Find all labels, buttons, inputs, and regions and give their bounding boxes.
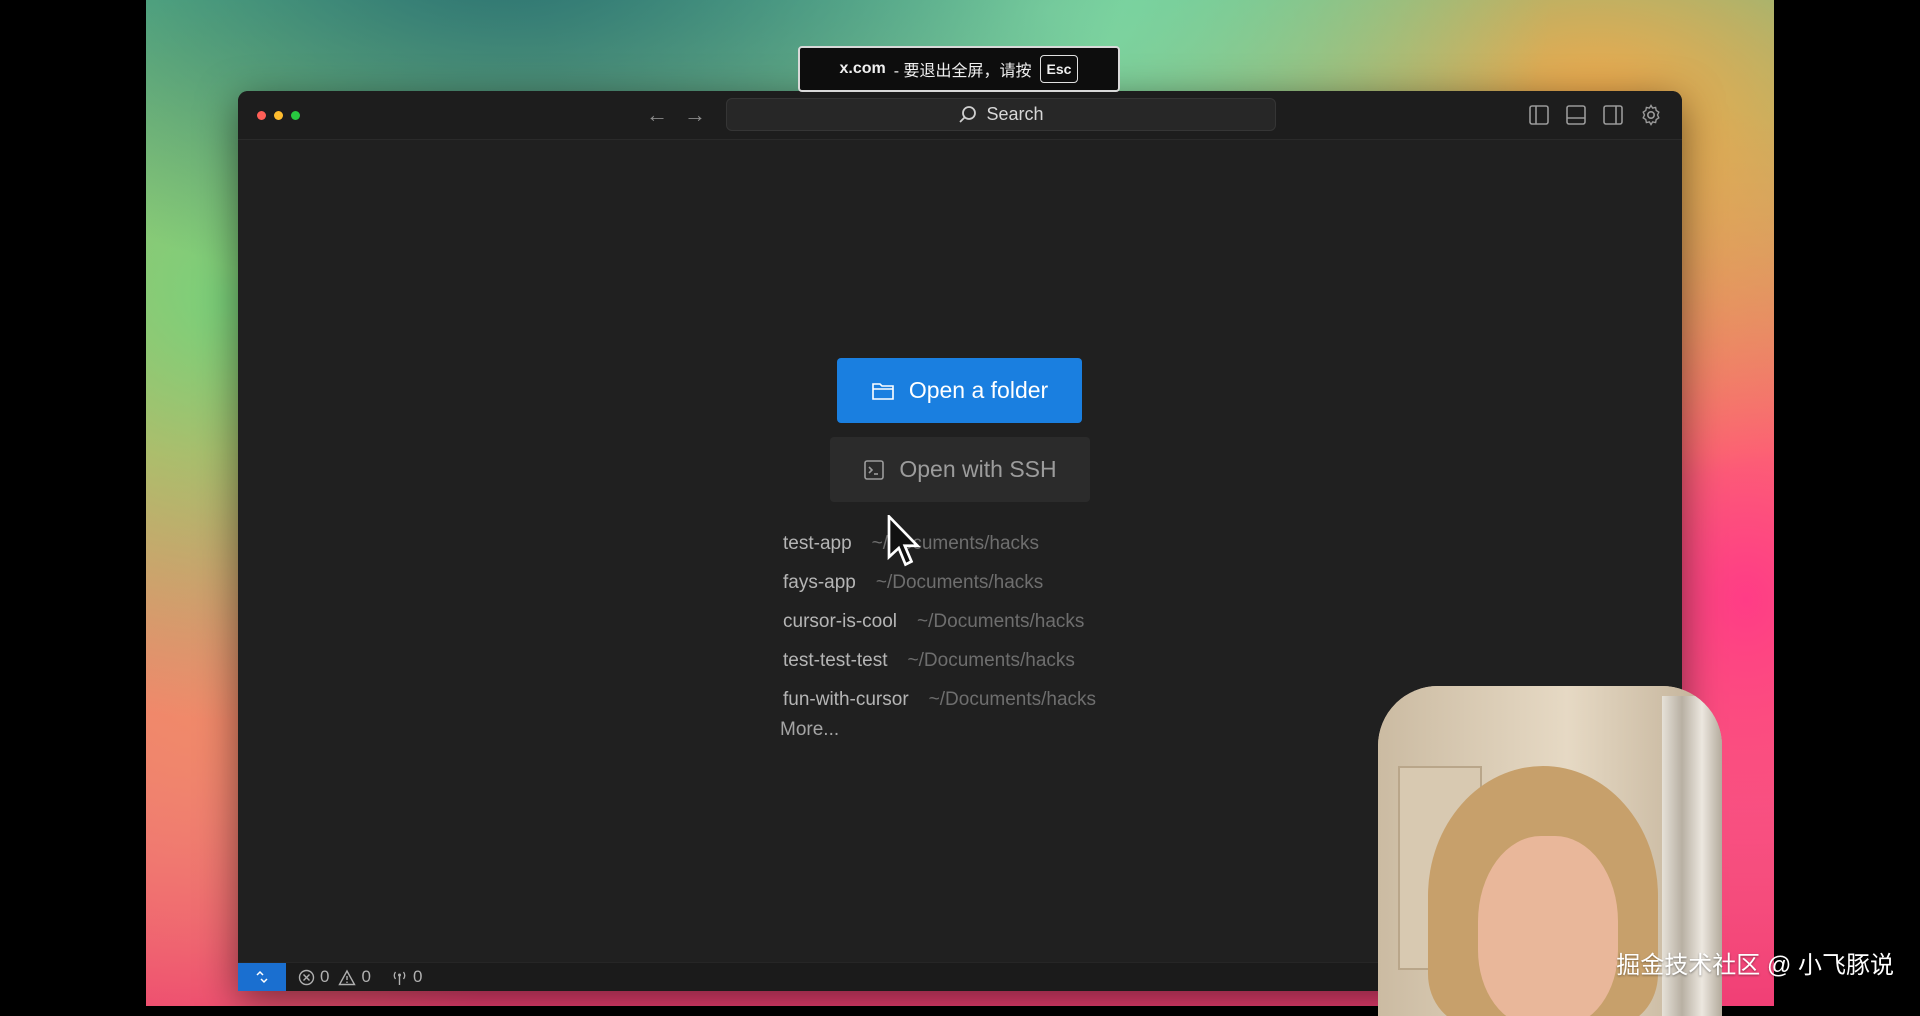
open-folder-label: Open a folder [908,377,1049,403]
banner-site: x.com [839,60,886,77]
recent-project-path: ~/Documents/hacks [917,610,1085,632]
ports-indicator[interactable]: 0 [391,967,422,987]
recent-projects-list: test-app ~/Documents/hacks fays-app ~/Do… [780,524,1096,741]
title-bar: ← → Search [238,91,1682,140]
remote-indicator-button[interactable] [238,963,286,991]
recent-project-name: test-test-test [783,649,888,671]
toggle-secondary-sidebar-icon[interactable] [1601,103,1625,127]
recent-project-path: ~/Documents/hacks [907,649,1075,671]
recent-project-name: test-app [783,532,852,554]
recent-project-path: ~/Documents/hacks [875,571,1044,593]
remote-icon [256,970,268,984]
close-window-button[interactable] [257,111,266,120]
more-recent-link[interactable]: More... [780,719,1096,741]
mouse-pointer-icon [887,515,921,567]
watermark-text: 掘金技术社区 @ 小飞豚说 [1616,952,1894,979]
banner-message: - 要退出全屏，请按 [893,63,1032,80]
search-label: Search [986,104,1044,124]
back-arrow-icon[interactable]: ← [643,101,671,129]
recent-project-item[interactable]: fays-app ~/Documents/hacks [783,563,1096,602]
recent-project-path: ~/Documents/hacks [928,688,1097,710]
open-ssh-label: Open with SSH [899,456,1057,482]
folder-icon [872,382,894,400]
open-ssh-button[interactable]: Open with SSH [830,437,1090,502]
zoom-window-button[interactable] [291,111,300,120]
toggle-panel-icon[interactable] [1564,103,1588,127]
recent-project-item[interactable]: test-app ~/Documents/hacks [783,524,1096,563]
recent-project-name: fays-app [783,571,856,593]
settings-gear-icon[interactable] [1639,103,1663,127]
search-icon [959,105,977,123]
warning-icon [338,969,357,985]
antenna-icon [393,971,406,985]
esc-key-hint: Esc [1039,55,1079,83]
open-folder-button[interactable]: Open a folder [837,358,1082,423]
search-box[interactable]: Search [726,98,1276,131]
webcam-person-face [1478,836,1618,1016]
toggle-primary-sidebar-icon[interactable] [1527,103,1551,127]
problems-indicator[interactable]: 0 0 [298,967,371,987]
ports-count: 0 [412,967,423,986]
warning-count: 0 [361,967,371,986]
recent-project-item[interactable]: test-test-test ~/Documents/hacks [783,641,1096,680]
minimize-window-button[interactable] [274,111,283,120]
fullscreen-exit-banner: x.com - 要退出全屏，请按 Esc [798,46,1120,92]
error-icon [298,969,315,985]
recent-project-item[interactable]: fun-with-cursor ~/Documents/hacks [783,680,1096,719]
error-count: 0 [320,967,330,986]
recent-project-name: cursor-is-cool [783,610,898,632]
terminal-icon [864,459,885,480]
recent-project-item[interactable]: cursor-is-cool ~/Documents/hacks [783,602,1096,641]
forward-arrow-icon[interactable]: → [681,101,709,129]
recent-project-name: fun-with-cursor [783,688,909,710]
